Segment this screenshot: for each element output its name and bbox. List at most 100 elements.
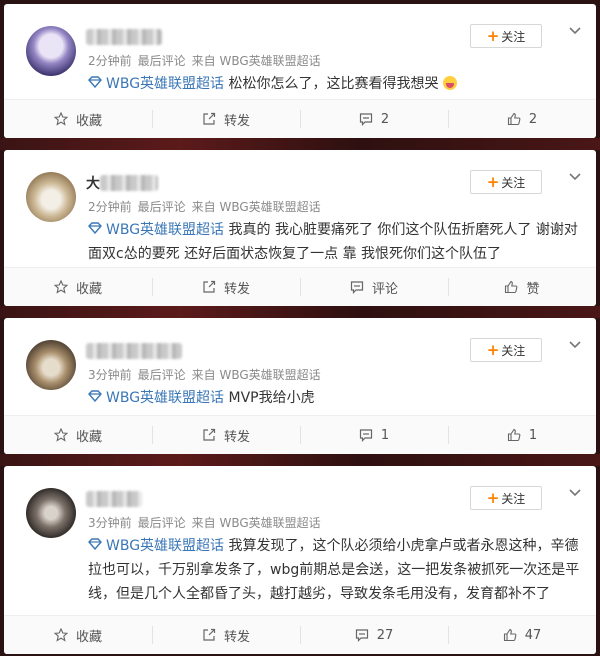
repost-label: 转发 — [223, 281, 250, 297]
action-bar: 收藏 转发 2 2 — [4, 99, 596, 138]
plus-icon: + — [486, 26, 500, 45]
comment-card: 3分钟前 最后评论 来自 WBG英雄联盟超话 WBG英雄联盟超话 我算发现了，这个队… — [4, 466, 596, 654]
comment-source[interactable]: 来自 WBG英雄联盟超话 — [192, 54, 321, 68]
like-count: 2 — [528, 111, 538, 127]
repost-button[interactable]: 转发 — [152, 416, 300, 454]
comment-source[interactable]: 来自 WBG英雄联盟超话 — [192, 200, 321, 214]
comment-icon — [359, 429, 372, 442]
favorite-button[interactable]: 收藏 — [4, 616, 152, 654]
comment-meta: 3分钟前 最后评论 来自 WBG英雄联盟超话 — [88, 514, 327, 531]
crying-emoji-icon — [442, 76, 457, 90]
comment-icon — [350, 281, 364, 294]
favorite-label: 收藏 — [75, 429, 102, 445]
comment-count: 1 — [380, 427, 390, 443]
star-icon — [53, 112, 68, 126]
super-topic-icon — [88, 72, 102, 96]
favorite-button[interactable]: 收藏 — [4, 416, 152, 454]
comment-time: 2分钟前 — [88, 200, 132, 214]
comment-card: 3分钟前 最后评论 来自 WBG英雄联盟超话 WBG英雄联盟超话 MVP我给小虎 +… — [4, 318, 596, 454]
plus-icon: + — [486, 488, 500, 507]
username[interactable] — [86, 490, 142, 508]
username[interactable] — [86, 28, 162, 46]
star-icon — [53, 280, 68, 294]
repost-button[interactable]: 转发 — [152, 268, 300, 306]
comment-body: WBG英雄联盟超话 MVP我给小虎 — [88, 386, 588, 410]
comment-button[interactable]: 评论 — [300, 268, 448, 306]
comment-button[interactable]: 27 — [300, 616, 448, 654]
topic-link[interactable]: WBG英雄联盟超话 — [106, 222, 224, 238]
comment-icon — [355, 629, 368, 642]
avatar[interactable] — [26, 488, 76, 538]
repost-label: 转发 — [223, 429, 250, 445]
action-bar: 收藏 转发 评论 赞 — [4, 267, 596, 306]
background-strip — [0, 138, 600, 150]
comment-button[interactable]: 2 — [300, 100, 448, 138]
chevron-down-icon[interactable] — [568, 488, 582, 498]
comment-meta: 2分钟前 最后评论 来自 WBG英雄联盟超话 — [88, 198, 327, 215]
chevron-down-icon[interactable] — [568, 172, 582, 182]
comment-body: WBG英雄联盟超话 我算发现了，这个队必须给小虎拿卢或者永恩这种，辛德拉也可以，… — [88, 534, 588, 606]
comment-text: 松松你怎么了，这比赛看得我想哭 — [228, 76, 439, 92]
topic-link[interactable]: WBG英雄联盟超话 — [106, 76, 224, 92]
comment-count: 2 — [380, 111, 390, 127]
repost-icon — [203, 428, 216, 441]
comment-count: 评论 — [371, 281, 398, 297]
comment-icon — [359, 113, 372, 126]
comment-body: WBG英雄联盟超话 松松你怎么了，这比赛看得我想哭 — [88, 72, 588, 96]
blurred-username — [86, 29, 162, 45]
comment-time: 3分钟前 — [88, 516, 132, 530]
topic-link[interactable]: WBG英雄联盟超话 — [106, 538, 224, 554]
comment-meta: 3分钟前 最后评论 来自 WBG英雄联盟超话 — [88, 366, 327, 383]
chevron-down-icon[interactable] — [568, 340, 582, 350]
follow-label: 关注 — [501, 491, 526, 506]
follow-button[interactable]: + 关注 — [470, 486, 542, 510]
follow-button[interactable]: + 关注 — [470, 338, 542, 362]
favorite-button[interactable]: 收藏 — [4, 100, 152, 138]
like-count: 47 — [524, 627, 542, 643]
thumbs-up-icon — [507, 112, 521, 126]
avatar[interactable] — [26, 26, 76, 76]
plus-icon: + — [486, 172, 500, 191]
action-bar: 收藏 转发 27 47 — [4, 615, 596, 654]
comment-card: 大 2分钟前 最后评论 来自 WBG英雄联盟超话 WBG英雄联盟超话 我真的 我心脏… — [4, 150, 596, 306]
comment-time: 2分钟前 — [88, 54, 132, 68]
avatar[interactable] — [26, 340, 76, 390]
repost-icon — [203, 280, 216, 293]
favorite-button[interactable]: 收藏 — [4, 268, 152, 306]
follow-label: 关注 — [501, 175, 526, 190]
avatar[interactable] — [26, 172, 76, 222]
like-button[interactable]: 1 — [448, 416, 596, 454]
username-text: 大 — [86, 176, 100, 192]
follow-label: 关注 — [501, 343, 526, 358]
topic-link[interactable]: WBG英雄联盟超话 — [106, 390, 224, 406]
blurred-username — [86, 491, 142, 507]
super-topic-icon — [88, 386, 102, 410]
repost-label: 转发 — [223, 113, 250, 129]
plus-icon: + — [486, 340, 500, 359]
favorite-label: 收藏 — [75, 281, 102, 297]
comment-source[interactable]: 来自 WBG英雄联盟超话 — [192, 368, 321, 382]
star-icon — [53, 628, 68, 642]
comment-text: MVP我给小虎 — [228, 390, 315, 406]
comment-time: 3分钟前 — [88, 368, 132, 382]
like-button[interactable]: 2 — [448, 100, 596, 138]
comment-type: 最后评论 — [137, 200, 186, 214]
comment-button[interactable]: 1 — [300, 416, 448, 454]
thumbs-up-icon — [503, 628, 517, 642]
action-bar: 收藏 转发 1 1 — [4, 415, 596, 454]
username[interactable]: 大 — [86, 174, 158, 192]
repost-label: 转发 — [223, 629, 250, 645]
follow-button[interactable]: + 关注 — [470, 24, 542, 48]
comment-type: 最后评论 — [137, 516, 186, 530]
like-button[interactable]: 赞 — [448, 268, 596, 306]
background-strip — [0, 454, 600, 466]
like-button[interactable]: 47 — [448, 616, 596, 654]
like-count: 1 — [528, 427, 538, 443]
follow-button[interactable]: + 关注 — [470, 170, 542, 194]
chevron-down-icon[interactable] — [568, 26, 582, 36]
username[interactable] — [86, 342, 182, 360]
comment-card: 2分钟前 最后评论 来自 WBG英雄联盟超话 WBG英雄联盟超话 松松你怎么了，这比… — [4, 4, 596, 138]
comment-source[interactable]: 来自 WBG英雄联盟超话 — [192, 516, 321, 530]
repost-button[interactable]: 转发 — [152, 616, 300, 654]
repost-button[interactable]: 转发 — [152, 100, 300, 138]
